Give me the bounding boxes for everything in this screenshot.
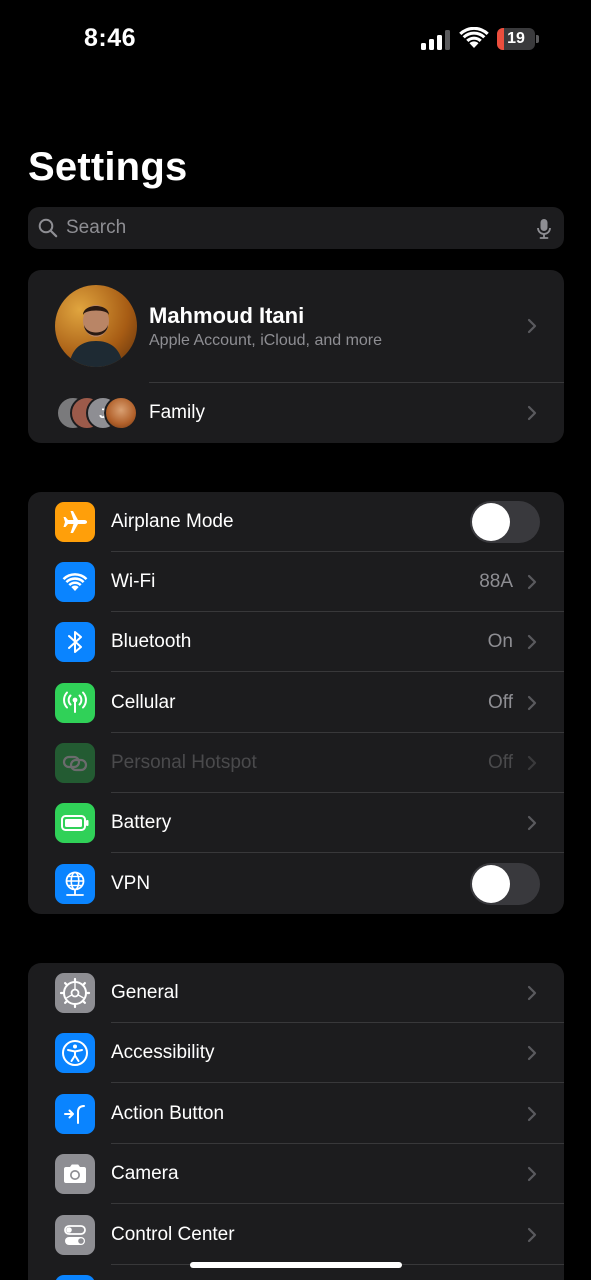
vpn-label: VPN bbox=[111, 873, 151, 894]
battery-row[interactable]: Battery bbox=[28, 793, 564, 853]
cellular-value: Off bbox=[488, 692, 513, 713]
airplane-icon bbox=[55, 502, 95, 542]
chevron-right-icon bbox=[527, 634, 537, 650]
chevron-right-icon bbox=[527, 1227, 537, 1243]
control-center-label: Control Center bbox=[111, 1224, 235, 1245]
airplane-mode-row: Airplane Mode bbox=[28, 492, 564, 552]
divider bbox=[111, 852, 564, 853]
family-label: Family bbox=[149, 402, 205, 423]
cellular-label: Cellular bbox=[111, 692, 176, 713]
battery-icon bbox=[55, 803, 95, 843]
apple-account-row[interactable]: Mahmoud Itani Apple Account, iCloud, and… bbox=[28, 270, 564, 382]
battery-status-icon: 19 bbox=[497, 28, 539, 50]
family-avatars: J bbox=[56, 396, 140, 430]
profile-name: Mahmoud Itani bbox=[149, 303, 305, 328]
control-center-row[interactable]: Control Center bbox=[28, 1205, 564, 1265]
airplane-mode-label: Airplane Mode bbox=[111, 511, 234, 532]
action-button-icon bbox=[55, 1094, 95, 1134]
account-group: Mahmoud Itani Apple Account, iCloud, and… bbox=[28, 270, 564, 443]
divider bbox=[111, 671, 564, 672]
battery-level: 19 bbox=[507, 30, 525, 47]
search-bar[interactable] bbox=[28, 207, 564, 249]
cellular-signal-icon bbox=[421, 28, 451, 50]
microphone-icon[interactable] bbox=[536, 218, 552, 240]
wifi-icon bbox=[55, 562, 95, 602]
battery-label: Battery bbox=[111, 812, 172, 833]
bluetooth-row[interactable]: Bluetooth On bbox=[28, 612, 564, 672]
connectivity-group: Airplane Mode Wi-Fi 88A Bluetooth On Cel… bbox=[28, 492, 564, 914]
profile-subtitle: Apple Account, iCloud, and more bbox=[149, 332, 383, 349]
personal-hotspot-label: Personal Hotspot bbox=[111, 752, 257, 773]
gear-icon bbox=[55, 973, 95, 1013]
camera-label: Camera bbox=[111, 1163, 179, 1184]
globe-icon bbox=[55, 864, 95, 904]
wifi-network-value: 88A bbox=[479, 571, 513, 592]
divider bbox=[111, 1203, 564, 1204]
chevron-right-icon bbox=[527, 985, 537, 1001]
status-time: 8:46 bbox=[84, 24, 137, 52]
search-input[interactable] bbox=[66, 207, 516, 249]
status-bar: 8:46 19 bbox=[0, 0, 591, 80]
chevron-right-icon bbox=[527, 1106, 537, 1122]
wifi-label: Wi-Fi bbox=[111, 571, 156, 592]
accessibility-row[interactable]: Accessibility bbox=[28, 1023, 564, 1083]
home-indicator[interactable] bbox=[190, 1262, 402, 1268]
chevron-right-icon bbox=[527, 1166, 537, 1182]
chevron-right-icon bbox=[527, 695, 537, 711]
general-label: General bbox=[111, 982, 179, 1003]
wifi-status-icon bbox=[459, 27, 489, 48]
personal-hotspot-value: Off bbox=[488, 752, 513, 773]
wifi-row[interactable]: Wi-Fi 88A bbox=[28, 552, 564, 612]
vpn-toggle[interactable] bbox=[470, 863, 540, 905]
chevron-right-icon bbox=[527, 755, 537, 771]
camera-icon bbox=[55, 1154, 95, 1194]
chevron-right-icon bbox=[527, 405, 537, 421]
divider bbox=[111, 1082, 564, 1083]
action-button-label: Action Button bbox=[111, 1103, 225, 1124]
family-member-avatar bbox=[104, 396, 138, 430]
partial-row-icon bbox=[55, 1275, 95, 1280]
accessibility-label: Accessibility bbox=[111, 1042, 215, 1063]
family-row[interactable]: J Family bbox=[28, 383, 564, 443]
chevron-right-icon bbox=[527, 574, 537, 590]
bluetooth-value: On bbox=[487, 631, 513, 652]
camera-row[interactable]: Camera bbox=[28, 1144, 564, 1204]
search-icon bbox=[38, 218, 58, 238]
avatar bbox=[55, 285, 137, 367]
chevron-right-icon bbox=[527, 318, 537, 334]
chevron-right-icon bbox=[527, 815, 537, 831]
toggles-icon bbox=[55, 1215, 95, 1255]
accessibility-icon bbox=[55, 1033, 95, 1073]
vpn-row: VPN bbox=[28, 854, 564, 914]
bluetooth-label: Bluetooth bbox=[111, 631, 192, 652]
action-button-row[interactable]: Action Button bbox=[28, 1084, 564, 1144]
cellular-row[interactable]: Cellular Off bbox=[28, 673, 564, 733]
antenna-icon bbox=[55, 683, 95, 723]
bluetooth-icon bbox=[55, 622, 95, 662]
general-group: General Accessibility Action Button Came… bbox=[28, 963, 564, 1280]
airplane-mode-toggle[interactable] bbox=[470, 501, 540, 543]
link-icon bbox=[55, 743, 95, 783]
general-row[interactable]: General bbox=[28, 963, 564, 1023]
personal-hotspot-row: Personal Hotspot Off bbox=[28, 733, 564, 793]
page-title: Settings bbox=[28, 145, 188, 189]
chevron-right-icon bbox=[527, 1045, 537, 1061]
